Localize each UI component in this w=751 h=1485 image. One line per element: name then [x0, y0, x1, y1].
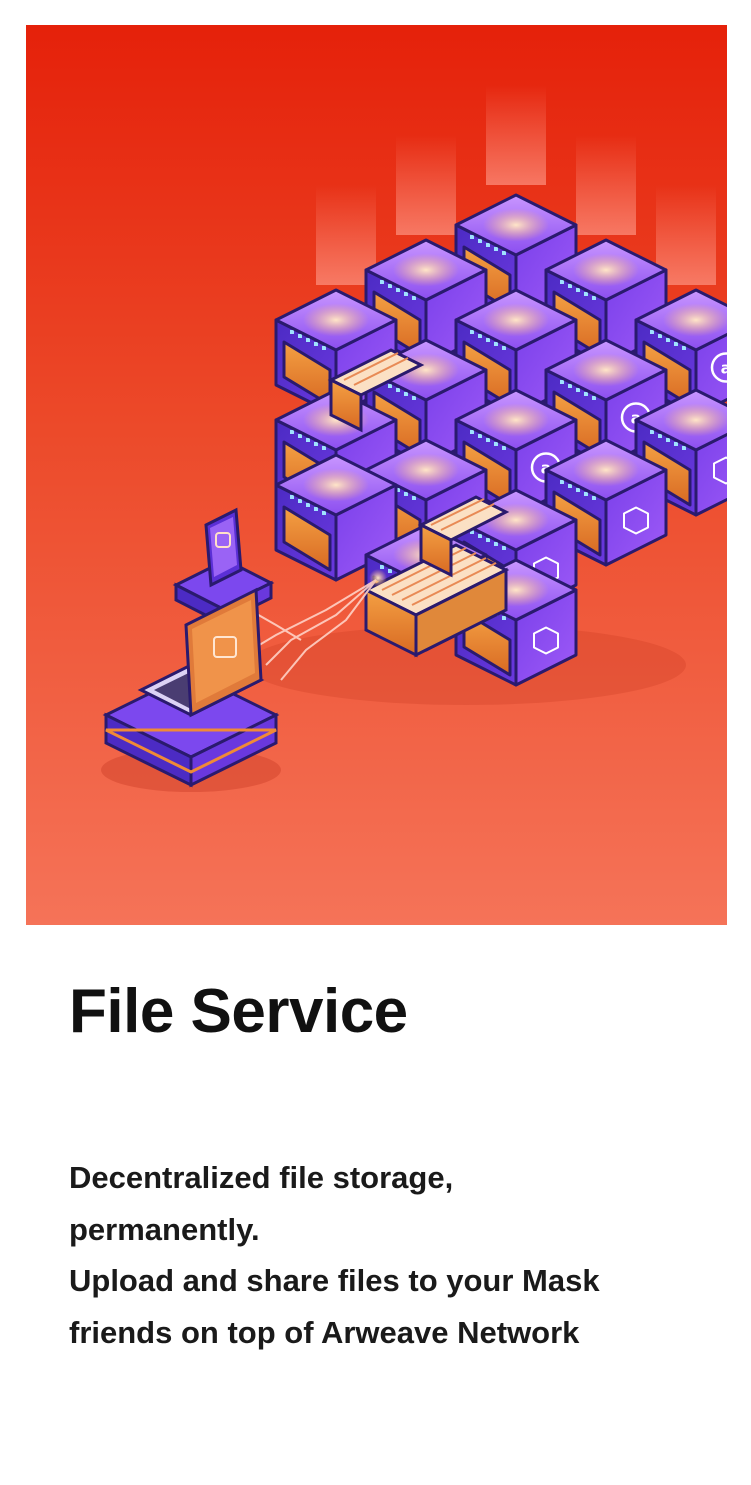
- status-light-icon: [478, 434, 482, 438]
- status-light-icon: [412, 296, 416, 300]
- light-beam: [576, 135, 636, 235]
- file-storage-illustration: aaa: [101, 85, 727, 792]
- status-light-icon: [478, 239, 482, 243]
- page-title: File Service: [69, 977, 408, 1046]
- light-glow: [393, 253, 459, 287]
- light-glow: [573, 353, 639, 387]
- status-light-icon: [290, 330, 294, 334]
- status-light-icon: [560, 480, 564, 484]
- status-light-icon: [322, 511, 326, 515]
- status-light-icon: [322, 346, 326, 350]
- status-light-icon: [502, 251, 506, 255]
- description-line: friends on top of Arweave Network: [69, 1314, 580, 1350]
- hero-illustration: aaa: [26, 25, 727, 925]
- status-light-icon: [380, 565, 384, 569]
- status-light-icon: [674, 442, 678, 446]
- status-light-icon: [568, 484, 572, 488]
- status-light-icon: [494, 442, 498, 446]
- light-glow: [303, 468, 369, 502]
- status-light-icon: [388, 284, 392, 288]
- status-light-icon: [584, 292, 588, 296]
- status-light-icon: [298, 499, 302, 503]
- status-light-icon: [396, 388, 400, 392]
- status-light-icon: [568, 384, 572, 388]
- status-light-icon: [486, 243, 490, 247]
- light-glow: [393, 453, 459, 487]
- status-light-icon: [314, 342, 318, 346]
- status-light-icon: [674, 342, 678, 346]
- light-glow: [483, 208, 549, 242]
- status-light-icon: [576, 388, 580, 392]
- status-light-icon: [404, 392, 408, 396]
- status-light-icon: [658, 434, 662, 438]
- light-beam: [396, 135, 456, 235]
- status-light-icon: [290, 495, 294, 499]
- status-light-icon: [396, 288, 400, 292]
- light-beam: [486, 85, 546, 185]
- status-light-icon: [412, 396, 416, 400]
- status-light-icon: [306, 338, 310, 342]
- status-light-icon: [682, 446, 686, 450]
- status-light-icon: [666, 438, 670, 442]
- status-light-icon: [658, 334, 662, 338]
- status-light-icon: [576, 288, 580, 292]
- status-light-icon: [494, 342, 498, 346]
- light-glow: [483, 303, 549, 337]
- status-light-icon: [314, 442, 318, 446]
- status-light-icon: [388, 569, 392, 573]
- status-light-icon: [298, 334, 302, 338]
- status-light-icon: [478, 334, 482, 338]
- feature-description: Decentralized file storage, permanently.…: [69, 1152, 689, 1358]
- description-line: permanently.: [69, 1211, 260, 1247]
- status-light-icon: [290, 430, 294, 434]
- status-light-icon: [494, 247, 498, 251]
- status-light-icon: [470, 330, 474, 334]
- status-light-icon: [306, 503, 310, 507]
- description-line: Decentralized file storage,: [69, 1160, 454, 1195]
- status-light-icon: [470, 430, 474, 434]
- light-glow: [303, 303, 369, 337]
- light-glow: [663, 403, 727, 437]
- status-light-icon: [478, 534, 482, 538]
- status-light-icon: [486, 338, 490, 342]
- status-light-icon: [322, 446, 326, 450]
- arweave-logo-letter: a: [721, 359, 727, 378]
- laptop-icon: [102, 587, 280, 788]
- status-light-icon: [666, 338, 670, 342]
- status-light-icon: [404, 492, 408, 496]
- status-light-icon: [388, 384, 392, 388]
- status-light-icon: [404, 292, 408, 296]
- status-light-icon: [650, 330, 654, 334]
- status-light-icon: [380, 280, 384, 284]
- spark-icon: [369, 569, 387, 587]
- description-line: Upload and share files to your Mask: [69, 1263, 600, 1298]
- status-light-icon: [502, 546, 506, 550]
- status-light-icon: [584, 492, 588, 496]
- light-glow: [663, 303, 727, 337]
- status-light-icon: [650, 430, 654, 434]
- status-light-icon: [314, 507, 318, 511]
- status-light-icon: [470, 235, 474, 239]
- status-light-icon: [502, 346, 506, 350]
- status-light-icon: [682, 346, 686, 350]
- status-light-icon: [592, 396, 596, 400]
- status-light-icon: [584, 392, 588, 396]
- status-light-icon: [592, 296, 596, 300]
- status-light-icon: [576, 488, 580, 492]
- status-light-icon: [502, 446, 506, 450]
- status-light-icon: [494, 542, 498, 546]
- status-light-icon: [298, 434, 302, 438]
- status-light-icon: [560, 280, 564, 284]
- status-light-icon: [502, 616, 506, 620]
- status-light-icon: [486, 438, 490, 442]
- light-glow: [573, 253, 639, 287]
- light-glow: [573, 453, 639, 487]
- status-light-icon: [560, 380, 564, 384]
- status-light-icon: [486, 538, 490, 542]
- status-light-icon: [306, 438, 310, 442]
- status-light-icon: [568, 284, 572, 288]
- status-light-icon: [412, 496, 416, 500]
- status-light-icon: [592, 496, 596, 500]
- light-glow: [483, 403, 549, 437]
